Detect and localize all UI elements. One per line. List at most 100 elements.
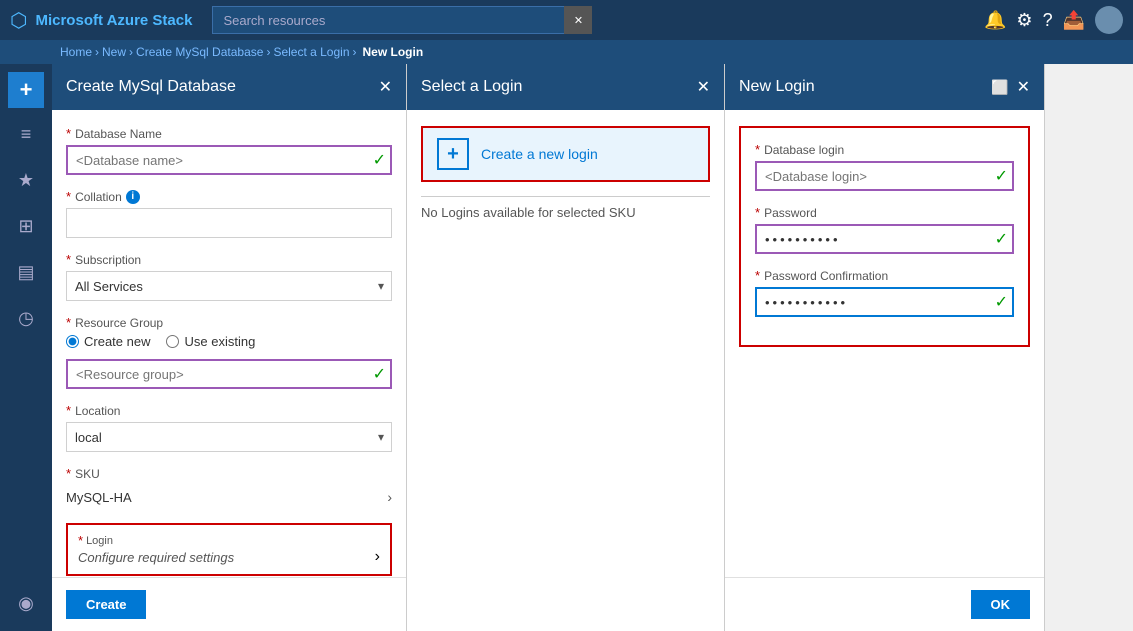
password-group: * Password ✓ [755,205,1014,254]
panel1-body: * Database Name ✓ * Collation i [52,110,406,577]
breadcrumb-select-login[interactable]: Select a Login [273,45,349,59]
breadcrumb-home[interactable]: Home [60,45,92,59]
notifications-btn[interactable]: 🔔 [984,10,1006,31]
resource-group-label: * Resource Group [66,315,392,330]
sku-nav-row[interactable]: MySQL-HA › [66,485,392,509]
password-input-wrap: ✓ [755,224,1014,254]
collation-info-icon[interactable]: i [126,190,140,204]
search-bar: 🔍 ✕ [212,6,592,34]
main-area: + ≡ ★ ⊞ ▤ ◷ ◉ Create MySql Database ✕ * … [0,64,1133,631]
breadcrumb-current: New Login [363,45,424,59]
sidebar-favorites-btn[interactable]: ★ [6,160,46,200]
login-nav-row[interactable]: Configure required settings › [78,548,380,566]
sidebar-add-btn[interactable]: + [8,72,44,108]
collation-input[interactable]: utf8_general_ci [66,208,392,238]
panel3-title: New Login [739,78,815,96]
sidebar-dashboard-btn[interactable]: ⊞ [6,206,46,246]
panel2-header: Select a Login ✕ [407,64,724,110]
password-confirm-input-wrap: ✓ [755,287,1014,317]
topbar-icons: 🔔 ⚙ ? 📤 [984,6,1123,34]
resource-group-group: * Resource Group Create new Use existing [66,315,392,389]
database-name-input[interactable] [66,145,392,175]
breadcrumb-create-mysql[interactable]: Create MySql Database [136,45,263,59]
breadcrumb: Home › New › Create MySql Database › Sel… [0,40,1133,64]
password-confirm-check-icon: ✓ [995,292,1008,312]
ok-btn[interactable]: OK [971,590,1031,619]
db-login-group: * Database login ✓ [755,142,1014,191]
login-configure-text: Configure required settings [78,550,234,565]
breadcrumb-new[interactable]: New [102,45,126,59]
subscription-group: * Subscription All Services ▾ [66,252,392,301]
password-label: * Password [755,205,1014,220]
create-new-login-option[interactable]: + Create a new login [421,126,710,182]
panel1-header: Create MySql Database ✕ [52,64,406,110]
rg-create-new-label[interactable]: Create new [66,334,150,349]
avatar[interactable] [1095,6,1123,34]
rg-create-new-radio[interactable] [66,335,79,348]
rg-use-existing-radio[interactable] [166,335,179,348]
panels: Create MySql Database ✕ * Database Name … [52,64,1133,631]
login-chevron-icon: › [375,548,380,566]
panel2-close-btn[interactable]: ✕ [697,77,710,97]
rg-check-icon: ✓ [373,364,386,384]
db-login-check-icon: ✓ [995,166,1008,186]
panel3-body: * Database login ✓ * Password [725,110,1044,577]
location-select-wrap: local ▾ [66,422,392,452]
collation-input-wrap: utf8_general_ci [66,208,392,238]
settings-btn[interactable]: ⚙ [1016,10,1032,31]
resource-group-radio-group: Create new Use existing [66,334,392,349]
sidebar-recent-btn[interactable]: ◷ [6,298,46,338]
rg-use-existing-label[interactable]: Use existing [166,334,255,349]
subscription-select[interactable]: All Services [66,271,392,301]
azure-logo-icon: ⬡ [10,8,27,33]
panel2-body: + Create a new login No Logins available… [407,110,724,631]
location-select[interactable]: local [66,422,392,452]
panel3-header: New Login ⬜ ✕ [725,64,1044,110]
panel3-footer: OK [725,577,1044,631]
panel1-close-btn[interactable]: ✕ [379,77,392,97]
login-divider [421,196,710,197]
subscription-select-wrap: All Services ▾ [66,271,392,301]
password-check-icon: ✓ [995,229,1008,249]
database-name-group: * Database Name ✓ [66,126,392,175]
database-name-input-wrap: ✓ [66,145,392,175]
collation-group: * Collation i utf8_general_ci [66,189,392,238]
location-group: * Location local ▾ [66,403,392,452]
database-name-check-icon: ✓ [373,150,386,170]
sku-chevron-icon: › [387,489,392,505]
select-login-panel: Select a Login ✕ + Create a new login No… [407,64,725,631]
sku-group: * SKU MySQL-HA › [66,466,392,509]
password-confirm-input[interactable] [755,287,1014,317]
password-input[interactable] [755,224,1014,254]
login-group[interactable]: * Login Configure required settings › [66,523,392,576]
create-new-login-text: Create a new login [481,146,598,162]
subscription-label: * Subscription [66,252,392,267]
db-login-label: * Database login [755,142,1014,157]
panel1-footer: Create [52,577,406,631]
password-confirm-label: * Password Confirmation [755,268,1014,283]
sidebar-resources-btn[interactable]: ▤ [6,252,46,292]
password-confirm-group: * Password Confirmation ✓ [755,268,1014,317]
rg-input-wrap: ✓ [66,359,392,389]
panel1-title: Create MySql Database [66,78,236,96]
create-mysql-panel: Create MySql Database ✕ * Database Name … [52,64,407,631]
topbar: ⬡ Microsoft Azure Stack 🔍 ✕ 🔔 ⚙ ? 📤 [0,0,1133,40]
panel3-expand-btn[interactable]: ⬜ [991,79,1008,96]
create-btn[interactable]: Create [66,590,146,619]
search-input[interactable] [212,6,592,34]
sidebar: + ≡ ★ ⊞ ▤ ◷ ◉ [0,64,52,631]
rg-input[interactable] [66,359,392,389]
new-login-form-section: * Database login ✓ * Password [739,126,1030,347]
help-btn[interactable]: ? [1043,10,1053,31]
db-login-input[interactable] [755,161,1014,191]
location-label: * Location [66,403,392,418]
sidebar-menu-btn[interactable]: ≡ [6,114,46,154]
sidebar-user-btn[interactable]: ◉ [6,583,46,623]
sku-value: MySQL-HA [66,490,132,505]
collation-label: * Collation i [66,189,392,204]
no-logins-text: No Logins available for selected SKU [421,205,710,220]
search-clear-btn[interactable]: ✕ [564,6,592,34]
panel3-close-btn[interactable]: ✕ [1017,77,1030,97]
panel2-title: Select a Login [421,78,522,96]
feedback-btn[interactable]: 📤 [1063,10,1085,31]
